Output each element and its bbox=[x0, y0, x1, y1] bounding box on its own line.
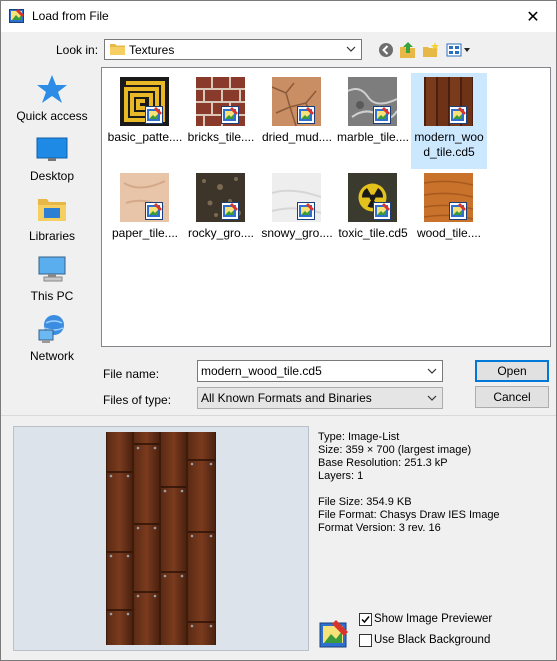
file-list-view[interactable]: basic_patte.... bricks_tile.... dried_mud.… bbox=[101, 67, 551, 347]
file-item[interactable]: basic_patte.... bbox=[107, 73, 183, 169]
file-type-value: All Known Formats and Binaries bbox=[201, 391, 372, 405]
file-name: modern_wood_tile.cd5 bbox=[414, 130, 484, 159]
checkmark-icon bbox=[361, 616, 370, 624]
preview-image bbox=[106, 432, 216, 645]
show-previewer-label: Show Image Previewer bbox=[374, 613, 493, 625]
image-preview bbox=[13, 426, 309, 651]
divider bbox=[1, 415, 556, 416]
place-label: Network bbox=[29, 349, 74, 363]
cd5-file-badge-icon bbox=[297, 106, 315, 124]
file-name: toxic_tile.cd5 bbox=[338, 226, 408, 240]
computer-icon bbox=[38, 256, 66, 282]
place-label: Libraries bbox=[28, 229, 76, 243]
look-in-label: Look in: bbox=[56, 43, 99, 57]
file-item[interactable]: marble_tile.... bbox=[335, 73, 411, 169]
info-layers: Layers: 1 bbox=[318, 470, 364, 482]
new-folder-icon bbox=[423, 42, 439, 57]
file-item[interactable]: bricks_tile.... bbox=[183, 73, 259, 169]
desktop-icon bbox=[36, 137, 68, 161]
file-name: wood_tile.... bbox=[416, 226, 482, 240]
open-button-label: Open bbox=[497, 364, 527, 378]
cancel-button-label: Cancel bbox=[493, 390, 531, 404]
libraries-icon bbox=[38, 199, 66, 221]
file-type-select[interactable]: All Known Formats and Binaries bbox=[197, 387, 443, 409]
file-type-label: Files of type: bbox=[103, 393, 172, 407]
close-button[interactable]: ✕ bbox=[510, 1, 556, 32]
place-label: Quick access bbox=[16, 109, 88, 123]
black-background-checkbox[interactable] bbox=[359, 634, 372, 647]
file-item[interactable]: snowy_gro.... bbox=[259, 169, 335, 265]
file-name: rocky_gro.... bbox=[187, 226, 255, 240]
cd5-file-badge-icon bbox=[221, 106, 239, 124]
star-icon bbox=[37, 75, 67, 103]
place-label: This PC bbox=[30, 289, 74, 303]
chasys-draw-icon bbox=[319, 620, 348, 648]
file-name-value: modern_wood_tile.cd5 bbox=[201, 364, 322, 378]
place-quick-access[interactable]: Quick access bbox=[9, 67, 95, 125]
info-base-resolution: Base Resolution: 251.3 kP bbox=[318, 457, 448, 469]
open-button[interactable]: Open bbox=[475, 360, 549, 382]
cd5-file-badge-icon bbox=[373, 106, 391, 124]
new-folder-button[interactable] bbox=[421, 40, 441, 60]
file-name: dried_mud.... bbox=[261, 130, 333, 144]
info-format-version: Format Version: 3 rev. 16 bbox=[318, 522, 441, 534]
info-file-size: File Size: 354.9 KB bbox=[318, 496, 412, 508]
window-title: Load from File bbox=[32, 9, 109, 23]
cd5-file-badge-icon bbox=[145, 202, 163, 220]
close-icon: ✕ bbox=[526, 8, 540, 26]
places-bar: Quick access Desktop Libraries This PC N… bbox=[9, 67, 95, 373]
black-background-label: Use Black Background bbox=[374, 634, 491, 646]
file-name: bricks_tile.... bbox=[187, 130, 255, 144]
chevron-down-icon bbox=[427, 395, 437, 401]
look-in-value: Textures bbox=[129, 43, 175, 57]
back-arrow-icon bbox=[379, 43, 393, 57]
cd5-file-badge-icon bbox=[449, 106, 467, 124]
place-network[interactable]: Network bbox=[9, 307, 95, 365]
file-item[interactable]: paper_tile.... bbox=[107, 169, 183, 265]
file-item[interactable]: wood_tile.... bbox=[411, 169, 487, 265]
file-name: snowy_gro.... bbox=[261, 226, 333, 240]
cancel-button[interactable]: Cancel bbox=[475, 386, 549, 408]
info-file-format: File Format: Chasys Draw IES Image bbox=[318, 509, 500, 521]
place-libraries[interactable]: Libraries bbox=[9, 187, 95, 245]
up-folder-icon bbox=[400, 42, 415, 58]
place-this-pc[interactable]: This PC bbox=[9, 247, 95, 305]
cd5-file-badge-icon bbox=[449, 202, 467, 220]
cd5-file-badge-icon bbox=[373, 202, 391, 220]
file-item[interactable]: modern_wood_tile.cd5 bbox=[411, 73, 487, 169]
file-name: basic_patte.... bbox=[107, 130, 183, 144]
chevron-down-icon bbox=[427, 368, 437, 374]
load-from-file-dialog: Load from File ✕ Look in: Textures Quick… bbox=[0, 0, 557, 661]
cd5-file-badge-icon bbox=[297, 202, 315, 220]
file-item[interactable]: rocky_gro.... bbox=[183, 169, 259, 265]
title-bar: Load from File ✕ bbox=[1, 1, 556, 32]
chasys-draw-icon bbox=[9, 9, 24, 23]
file-name: marble_tile.... bbox=[336, 130, 410, 144]
back-button[interactable] bbox=[376, 40, 396, 60]
place-label: Desktop bbox=[29, 169, 75, 183]
folder-icon bbox=[110, 44, 125, 55]
chevron-down-icon bbox=[346, 46, 356, 52]
info-type: Type: Image-List bbox=[318, 431, 400, 443]
info-size: Size: 359 × 700 (largest image) bbox=[318, 444, 472, 456]
file-name-label: File name: bbox=[103, 367, 160, 381]
view-menu-icon bbox=[446, 43, 470, 57]
place-desktop[interactable]: Desktop bbox=[9, 127, 95, 185]
up-folder-button[interactable] bbox=[398, 40, 418, 60]
file-item[interactable]: dried_mud.... bbox=[259, 73, 335, 169]
view-menu-button[interactable] bbox=[446, 40, 472, 60]
file-item[interactable]: toxic_tile.cd5 bbox=[335, 169, 411, 265]
image-info: Type: Image-List Size: 359 × 700 (larges… bbox=[318, 431, 500, 535]
look-in-combo[interactable]: Textures bbox=[104, 39, 362, 60]
cd5-file-badge-icon bbox=[221, 202, 239, 220]
file-name: paper_tile.... bbox=[111, 226, 179, 240]
cd5-file-badge-icon bbox=[145, 106, 163, 124]
network-icon bbox=[38, 315, 64, 343]
file-name-input[interactable]: modern_wood_tile.cd5 bbox=[197, 360, 443, 382]
show-previewer-checkbox[interactable] bbox=[359, 613, 372, 626]
